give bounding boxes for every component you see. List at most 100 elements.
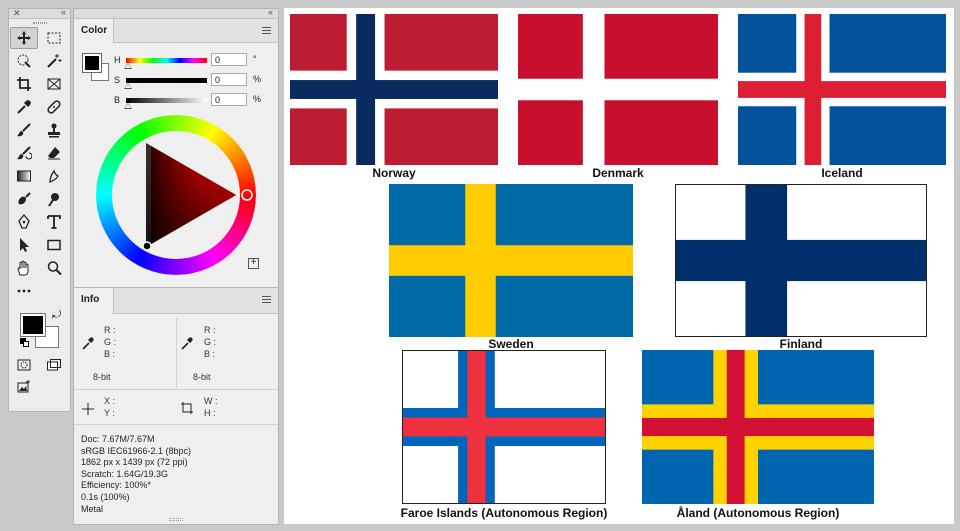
magic-wand-tool-icon[interactable] <box>40 50 68 72</box>
panel-grip[interactable] <box>9 19 70 27</box>
efficiency-line: Efficiency: 100%* <box>81 480 151 491</box>
color-panel-tabbar: Color <box>74 19 278 43</box>
brightness-label: B <box>114 95 121 105</box>
marquee-tool-icon[interactable] <box>40 27 68 49</box>
hue-slider[interactable] <box>126 58 207 63</box>
flag-caption-norway: Norway <box>372 166 416 180</box>
tab-color[interactable]: Color <box>74 19 114 43</box>
saturation-unit: % <box>253 74 262 84</box>
healing-brush-tool-icon[interactable] <box>40 96 68 118</box>
saturation-slider-thumb[interactable] <box>124 83 132 89</box>
info-r-label: R : <box>104 325 116 335</box>
screen-mode-icon[interactable] <box>40 354 68 376</box>
saturation-slider[interactable] <box>126 78 207 83</box>
tab-info[interactable]: Info <box>74 288 114 314</box>
dodge-tool-icon[interactable] <box>10 188 38 210</box>
info-b-label: B : <box>104 349 116 359</box>
flag-caption-denmark: Denmark <box>592 166 644 180</box>
collapse-icon[interactable]: « <box>268 7 273 17</box>
flag-caption-faroe-islands: Faroe Islands (Autonomous Region) <box>400 506 608 520</box>
flag-iceland <box>738 14 946 165</box>
clone-stamp-tool-icon[interactable] <box>40 119 68 141</box>
add-to-swatches-icon[interactable]: + <box>248 258 259 269</box>
frame-tool-icon[interactable] <box>40 73 68 95</box>
flag-caption-finland: Finland <box>779 337 823 351</box>
info-rgb-right: R : G : B : <box>204 325 216 361</box>
document-info: Doc: 7.67M/7.67M sRGB IEC61966-2.1 (8bpc… <box>81 434 191 515</box>
scratch-line: Scratch: 1.64G/19.3G <box>81 468 169 479</box>
info-depth-right[interactable]: 8-bit <box>193 372 211 382</box>
panel-menu-icon[interactable] <box>262 296 271 303</box>
panel-grip[interactable] <box>169 518 183 521</box>
collapse-icon[interactable]: « <box>61 7 66 17</box>
brush-tool-icon[interactable] <box>10 119 38 141</box>
doc-size-line: Doc: 7.67M/7.67M <box>81 434 155 444</box>
document-canvas[interactable]: Norway Denmark Iceland Sweden Finland Fa… <box>284 8 954 524</box>
flag-denmark <box>518 14 718 165</box>
color-panel-header[interactable]: « <box>74 7 278 19</box>
brightness-slider-thumb[interactable] <box>124 103 132 109</box>
eyedropper-icon[interactable] <box>82 336 94 350</box>
info-xy: X : Y : <box>104 396 115 420</box>
crosshair-icon <box>82 403 94 415</box>
info-depth-left[interactable]: 8-bit <box>93 372 111 382</box>
flag-aland <box>642 350 874 504</box>
tools-panel: ✕ « ⤾ <box>8 7 71 412</box>
color-panel: « Color H 0 ° S 0 % B 0 % + <box>73 7 279 288</box>
gradient-tool-icon[interactable] <box>10 165 38 187</box>
eyedropper-tool-icon[interactable] <box>10 96 38 118</box>
info-g-label: G : <box>104 337 117 347</box>
default-colors-icon[interactable] <box>20 338 30 348</box>
hue-label: H <box>114 55 121 65</box>
info-wh: W : H : <box>204 396 218 420</box>
info-g-label: G : <box>204 337 217 347</box>
flag-norway <box>290 14 498 165</box>
close-icon[interactable]: ✕ <box>13 8 21 19</box>
type-tool-icon[interactable] <box>40 211 68 233</box>
tools-panel-header[interactable]: ✕ « <box>9 7 70 19</box>
quick-mask-icon[interactable] <box>10 354 38 376</box>
flag-faroe-islands <box>402 350 606 504</box>
foreground-color-swatch[interactable] <box>82 53 102 73</box>
timing-line: 0.1s (100%) <box>81 491 130 502</box>
flag-caption-sweden: Sweden <box>488 337 534 351</box>
info-divider <box>176 318 177 388</box>
brightness-unit: % <box>253 94 262 104</box>
info-panel: Info R : G : B : 8-bit R : G : B : 8-bit… <box>73 287 279 525</box>
eraser-tool-icon[interactable] <box>40 142 68 164</box>
hue-slider-thumb[interactable] <box>124 63 132 69</box>
move-tool-icon[interactable] <box>10 27 38 49</box>
pen-tool-icon[interactable] <box>10 211 38 233</box>
brightness-slider[interactable] <box>126 98 207 103</box>
flag-caption-iceland: Iceland <box>821 166 863 180</box>
burn-tool-icon[interactable] <box>40 188 68 210</box>
color-profile-line: sRGB IEC61966-2.1 (8bpc) <box>81 445 192 456</box>
swap-colors-icon[interactable]: ⤾ <box>52 309 61 322</box>
selection-size-icon <box>181 402 193 414</box>
hand-tool-icon[interactable] <box>10 257 38 279</box>
history-brush-tool-icon[interactable] <box>10 142 38 164</box>
panel-menu-icon[interactable] <box>262 27 271 34</box>
path-selection-tool-icon[interactable] <box>10 234 38 256</box>
info-rgb-left: R : G : B : <box>104 325 116 361</box>
foreground-color-swatch[interactable] <box>20 313 46 337</box>
saturation-input[interactable]: 0 <box>211 73 247 86</box>
object-selection-tool-icon[interactable] <box>10 50 38 72</box>
zoom-tool-icon[interactable] <box>40 257 68 279</box>
color-picker-handle <box>142 241 152 251</box>
info-divider <box>74 424 278 425</box>
hue-input[interactable]: 0 <box>211 53 247 66</box>
color-wheel[interactable] <box>96 115 256 275</box>
flag-sweden <box>389 184 633 337</box>
smudge-tool-icon[interactable] <box>40 165 68 187</box>
brightness-input[interactable]: 0 <box>211 93 247 106</box>
eyedropper-icon[interactable] <box>181 336 193 350</box>
more-tools-icon[interactable] <box>10 280 38 302</box>
rectangle-tool-icon[interactable] <box>40 234 68 256</box>
generative-fill-icon[interactable] <box>10 376 38 398</box>
info-w-label: W : <box>204 396 218 406</box>
crop-tool-icon[interactable] <box>10 73 38 95</box>
renderer-line: Metal <box>81 503 104 514</box>
info-x-label: X : <box>104 396 116 406</box>
dimensions-line: 1862 px x 1439 px (72 ppi) <box>81 457 188 468</box>
